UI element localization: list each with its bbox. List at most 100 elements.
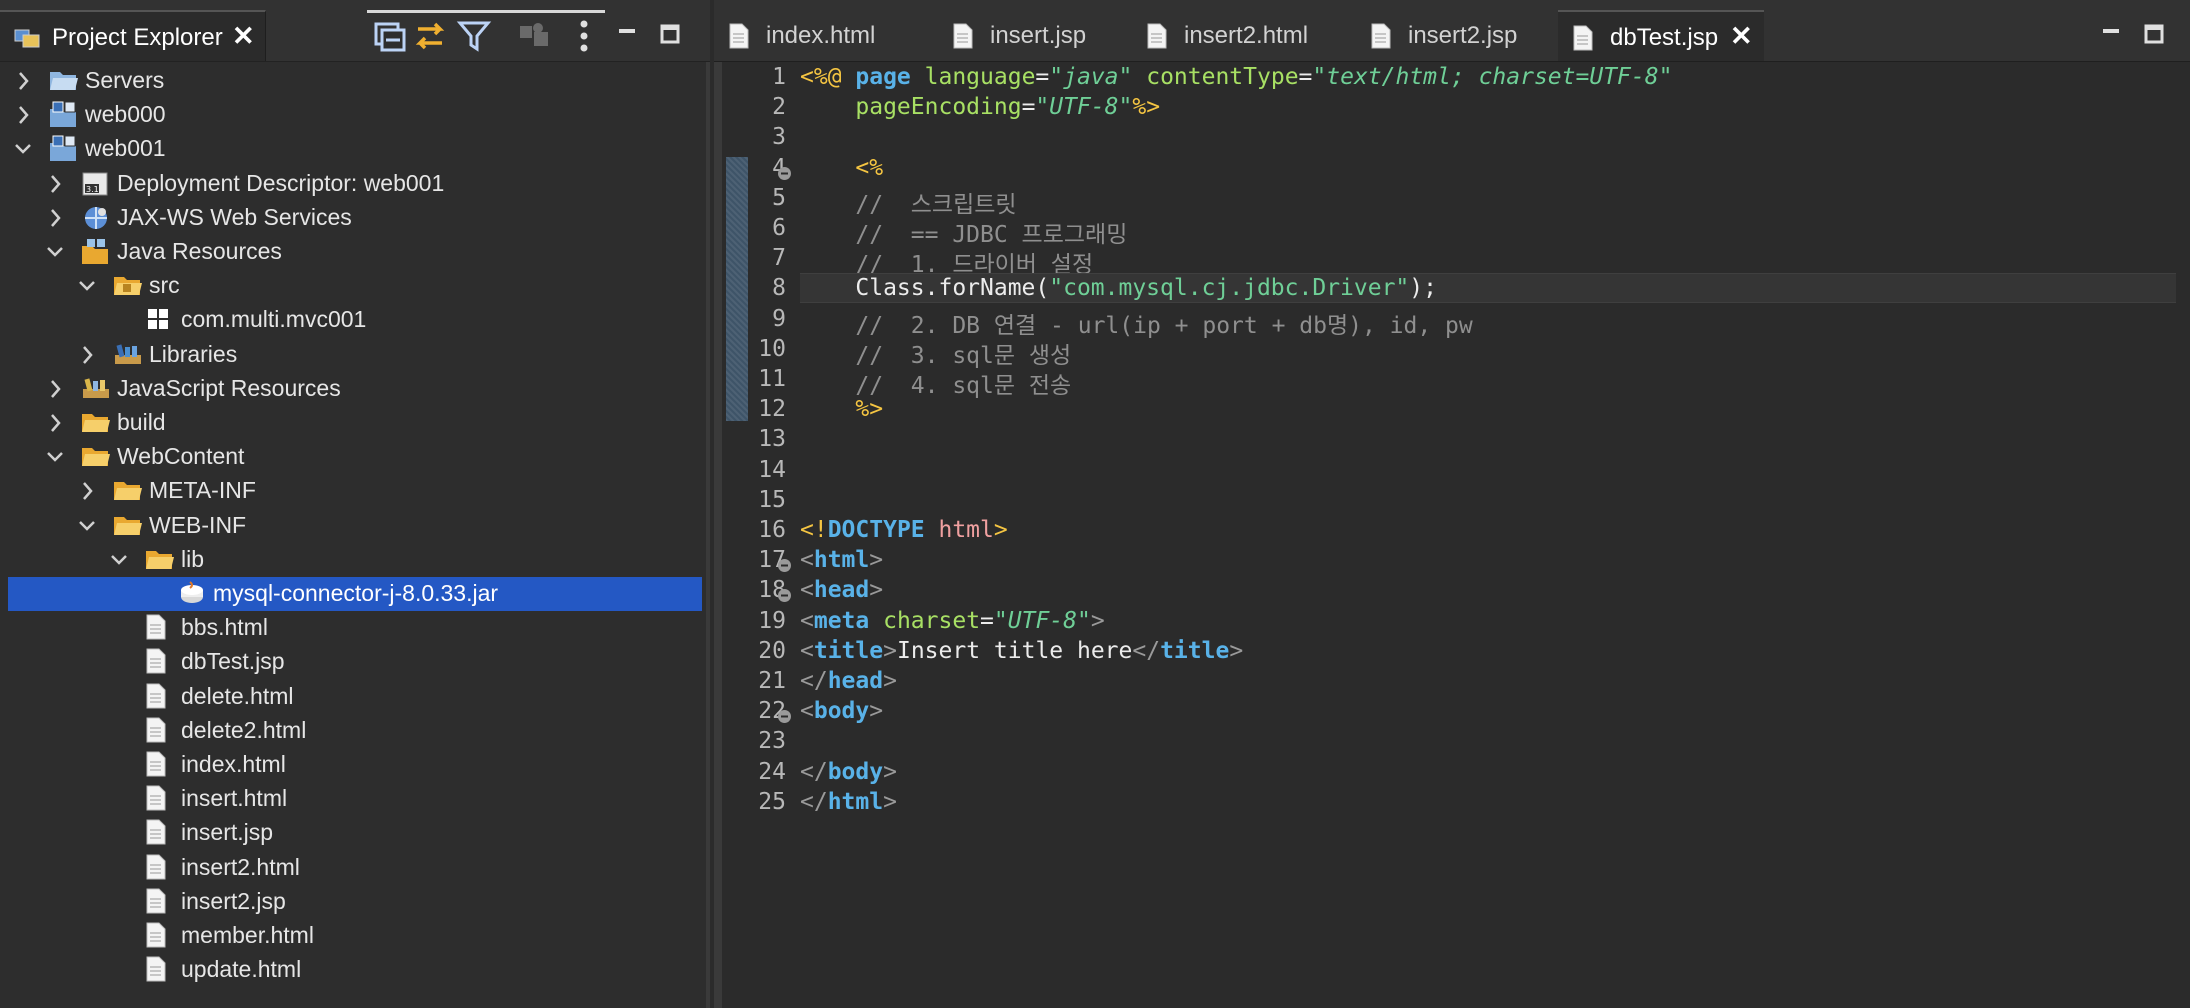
- tree-item[interactable]: update.html: [0, 953, 706, 987]
- code-line[interactable]: 13: [714, 424, 2190, 454]
- file-icon: [145, 888, 175, 916]
- line-number: 10: [758, 336, 786, 362]
- code-line[interactable]: 20 <title>Insert title here</title>: [714, 636, 2190, 666]
- tree-item[interactable]: member.html: [0, 919, 706, 953]
- filter-icon[interactable]: [456, 18, 492, 54]
- line-number: 24: [758, 759, 786, 785]
- code-line[interactable]: 16 <!DOCTYPE html>: [714, 515, 2190, 545]
- minimize-icon[interactable]: [2102, 24, 2122, 42]
- tree-item[interactable]: insert.jsp: [0, 816, 706, 850]
- code-token: %>: [1132, 94, 1161, 120]
- chevron-right-icon[interactable]: [44, 375, 66, 403]
- focus-icon[interactable]: [516, 18, 552, 54]
- tree-item[interactable]: com.multi.mvc001: [0, 303, 706, 337]
- tree-item[interactable]: META-INF: [0, 474, 706, 508]
- chevron-right-icon[interactable]: [12, 67, 34, 95]
- tree-item[interactable]: WebContent: [0, 440, 706, 474]
- tree-item[interactable]: web000: [0, 98, 706, 132]
- tree-item[interactable]: delete2.html: [0, 714, 706, 748]
- tab-dbtest-jsp[interactable]: dbTest.jsp ✕: [1558, 10, 1764, 61]
- tree-item[interactable]: WEB-INF: [0, 509, 706, 543]
- code-line[interactable]: 4 <%: [714, 153, 2190, 183]
- code-editor: index.html insert.jsp insert2.html inser…: [714, 0, 2190, 1008]
- chevron-right-icon[interactable]: [44, 170, 66, 198]
- tree-item[interactable]: delete.html: [0, 680, 706, 714]
- code-line[interactable]: 23: [714, 726, 2190, 756]
- chevron-right-icon[interactable]: [44, 409, 66, 437]
- tree-item[interactable]: dbTest.jsp: [0, 645, 706, 679]
- tab-insert2-html[interactable]: insert2.html: [1132, 10, 1342, 61]
- eclipse-window: Project Explorer ✕ Servers web000 web001…: [0, 0, 2190, 1008]
- tree-item[interactable]: Java Resources: [0, 235, 706, 269]
- fold-collapse-icon[interactable]: [777, 161, 792, 180]
- code-line[interactable]: 12 %>: [714, 394, 2190, 424]
- tree-item[interactable]: mysql-connector-j-8.0.33.jar: [8, 577, 702, 611]
- chevron-right-icon[interactable]: [44, 204, 66, 232]
- collapse-all-icon[interactable]: [372, 18, 408, 54]
- fold-collapse-icon[interactable]: [777, 553, 792, 572]
- chevron-down-icon[interactable]: [108, 546, 130, 574]
- view-menu-icon[interactable]: [566, 18, 602, 54]
- tree-item[interactable]: 3.1 Deployment Descriptor: web001: [0, 167, 706, 201]
- code-text-area[interactable]: 1 <%@ page language="java" contentType="t…: [714, 62, 2190, 1008]
- tree-item[interactable]: JAX-WS Web Services: [0, 201, 706, 235]
- code-line[interactable]: 25 </html>: [714, 787, 2190, 817]
- code-line[interactable]: 6 // == JDBC 프로그래밍: [714, 213, 2190, 248]
- code-line[interactable]: 7 // 1. 드라이버 설정: [714, 243, 2190, 278]
- chevron-right-icon[interactable]: [76, 477, 98, 505]
- tree-item[interactable]: Libraries: [0, 338, 706, 372]
- tree-item[interactable]: insert2.html: [0, 851, 706, 885]
- chevron-down-icon[interactable]: [12, 135, 34, 163]
- chevron-down-icon[interactable]: [76, 272, 98, 300]
- tree-item[interactable]: web001: [0, 132, 706, 166]
- maximize-icon[interactable]: [2144, 24, 2166, 51]
- tab-insert-jsp[interactable]: insert.jsp: [938, 10, 1108, 61]
- fold-collapse-icon[interactable]: [777, 583, 792, 602]
- tree-item[interactable]: lib: [0, 543, 706, 577]
- tree-item[interactable]: insert2.jsp: [0, 885, 706, 919]
- code-line[interactable]: 21 </head>: [714, 666, 2190, 696]
- code-line[interactable]: 1 <%@ page language="java" contentType="t…: [714, 62, 2190, 92]
- code-line[interactable]: 5 // 스크립트릿: [714, 183, 2190, 218]
- code-line[interactable]: 9 // 2. DB 연결 - url(ip + port + db명), id…: [714, 304, 2190, 339]
- code-line[interactable]: 15: [714, 485, 2190, 515]
- code-text: </html>: [800, 789, 897, 815]
- link-with-editor-icon[interactable]: [412, 18, 448, 54]
- code-line[interactable]: 19 <meta charset="UTF-8">: [714, 606, 2190, 636]
- code-line[interactable]: 17 <html>: [714, 545, 2190, 575]
- chevron-right-icon[interactable]: [76, 341, 98, 369]
- code-line[interactable]: 18 <head>: [714, 575, 2190, 605]
- minimize-icon[interactable]: [618, 24, 638, 42]
- tab-index-html[interactable]: index.html: [714, 10, 875, 61]
- code-line[interactable]: 22 <body>: [714, 696, 2190, 726]
- chevron-right-icon[interactable]: [12, 101, 34, 129]
- tree-item[interactable]: insert.html: [0, 782, 706, 816]
- tree-item[interactable]: JavaScript Resources: [0, 372, 706, 406]
- code-token: title: [813, 638, 884, 664]
- close-icon[interactable]: ✕: [1730, 21, 1753, 52]
- code-line[interactable]: 2 pageEncoding="UTF-8"%>: [714, 92, 2190, 122]
- tree-item[interactable]: src: [0, 269, 706, 303]
- tab-project-explorer[interactable]: Project Explorer ✕: [0, 10, 266, 61]
- tree-item[interactable]: index.html: [0, 748, 706, 782]
- tree-item[interactable]: Servers: [0, 64, 706, 98]
- chevron-down-icon[interactable]: [44, 443, 66, 471]
- line-number: 21: [758, 668, 786, 694]
- line-number: 12: [758, 396, 786, 422]
- code-line[interactable]: 24 </body>: [714, 757, 2190, 787]
- code-line[interactable]: 3: [714, 122, 2190, 152]
- tree-item[interactable]: build: [0, 406, 706, 440]
- fold-collapse-icon[interactable]: [777, 704, 792, 723]
- code-text: <%@ page language="java" contentType="te…: [800, 64, 1672, 90]
- chevron-down-icon[interactable]: [76, 512, 98, 540]
- code-line[interactable]: 8 Class.forName("com.mysql.cj.jdbc.Drive…: [714, 273, 2190, 303]
- code-line[interactable]: 11 // 4. sql문 전송: [714, 364, 2190, 399]
- chevron-down-icon[interactable]: [44, 238, 66, 266]
- close-icon[interactable]: ✕: [232, 21, 255, 52]
- tab-insert2-jsp[interactable]: insert2.jsp: [1356, 10, 1556, 61]
- tree-item[interactable]: bbs.html: [0, 611, 706, 645]
- maximize-icon[interactable]: [660, 24, 682, 51]
- code-line[interactable]: 14: [714, 455, 2190, 485]
- tree-item-label: web000: [85, 101, 166, 127]
- code-line[interactable]: 10 // 3. sql문 생성: [714, 334, 2190, 369]
